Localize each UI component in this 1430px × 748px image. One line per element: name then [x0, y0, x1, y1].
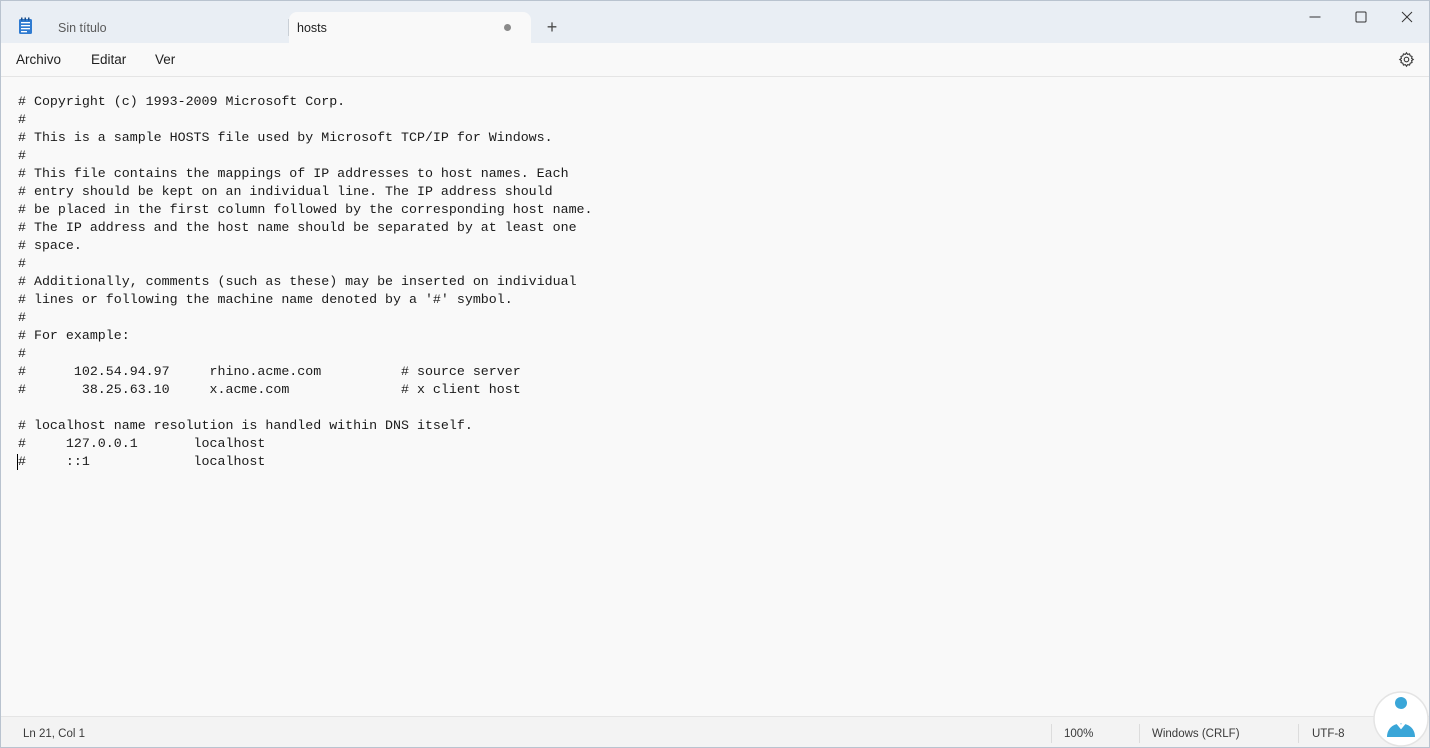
- maximize-icon: [1355, 11, 1367, 23]
- editor-line: # localhost name resolution is handled w…: [18, 418, 473, 433]
- editor-line: #: [18, 346, 26, 361]
- editor-line: # lines or following the machine name de…: [18, 292, 513, 307]
- new-tab-button[interactable]: +: [540, 17, 564, 39]
- editor-line: # 38.25.63.10 x.acme.com # x client host: [18, 382, 521, 397]
- zoom-level[interactable]: 100%: [1064, 728, 1093, 740]
- maximize-button[interactable]: [1338, 1, 1384, 33]
- editor-line: #: [18, 310, 26, 325]
- tab-label: hosts: [297, 21, 327, 35]
- editor-line: # entry should be kept on an individual …: [18, 184, 553, 199]
- unsaved-dot-icon[interactable]: [504, 24, 511, 31]
- title-bar: Sin título hosts +: [1, 1, 1429, 43]
- encoding[interactable]: UTF-8: [1312, 728, 1345, 740]
- editor-line: # ::1 localhost: [18, 454, 266, 469]
- text-caret: [17, 454, 18, 470]
- editor-line: # 102.54.94.97 rhino.acme.com # source s…: [18, 364, 521, 379]
- watermark-logo: [1367, 681, 1429, 747]
- gear-icon[interactable]: [1398, 51, 1415, 68]
- menu-ver[interactable]: Ver: [155, 52, 175, 67]
- menu-editar[interactable]: Editar: [91, 52, 126, 67]
- editor-line: # be placed in the first column followed…: [18, 202, 593, 217]
- minimize-button[interactable]: [1292, 1, 1338, 33]
- menu-bar: Archivo Editar Ver: [1, 43, 1429, 77]
- close-button[interactable]: [1384, 1, 1429, 33]
- editor-line: # space.: [18, 238, 82, 253]
- status-bar: Ln 21, Col 1 100% Windows (CRLF) UTF-8: [1, 716, 1429, 747]
- tab-hosts[interactable]: hosts: [289, 12, 531, 43]
- tab-label: Sin título: [58, 21, 107, 35]
- status-divider: [1139, 724, 1140, 743]
- minimize-icon: [1309, 16, 1321, 18]
- notepad-window: Sin título hosts + Archivo Editar Ver # …: [0, 0, 1430, 748]
- status-divider: [1298, 724, 1299, 743]
- editor-line: # The IP address and the host name shoul…: [18, 220, 577, 235]
- notepad-icon: [18, 17, 34, 35]
- line-ending[interactable]: Windows (CRLF): [1152, 728, 1240, 740]
- editor-line: # Additionally, comments (such as these)…: [18, 274, 577, 289]
- text-editor[interactable]: # Copyright (c) 1993-2009 Microsoft Corp…: [1, 77, 1429, 715]
- editor-line: # This file contains the mappings of IP …: [18, 166, 569, 181]
- editor-line: # Copyright (c) 1993-2009 Microsoft Corp…: [18, 94, 346, 109]
- editor-line: # This is a sample HOSTS file used by Mi…: [18, 130, 553, 145]
- editor-line: # For example:: [18, 328, 130, 343]
- editor-content[interactable]: # Copyright (c) 1993-2009 Microsoft Corp…: [18, 93, 593, 471]
- status-divider: [1051, 724, 1052, 743]
- plus-icon: +: [546, 17, 558, 37]
- editor-line: #: [18, 256, 26, 271]
- cursor-position: Ln 21, Col 1: [23, 728, 86, 740]
- editor-line: # 127.0.0.1 localhost: [18, 436, 266, 451]
- menu-archivo[interactable]: Archivo: [16, 52, 61, 67]
- editor-line: #: [18, 112, 26, 127]
- editor-line: #: [18, 148, 26, 163]
- close-icon: [1401, 11, 1413, 23]
- tab-sin-titulo[interactable]: Sin título: [43, 12, 289, 43]
